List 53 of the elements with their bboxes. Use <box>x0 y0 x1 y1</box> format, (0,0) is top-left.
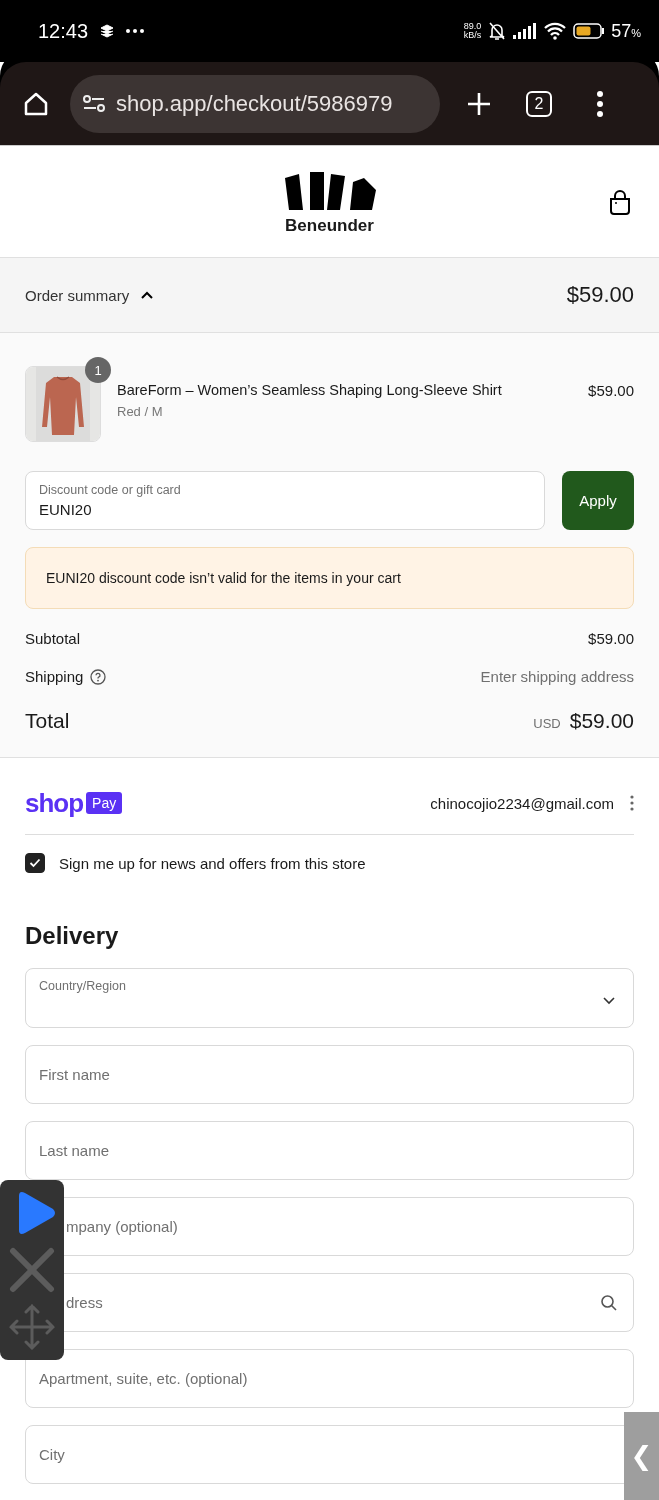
battery-icon <box>573 23 606 39</box>
order-summary-toggle[interactable]: Order summary <box>25 286 130 304</box>
new-tab-icon[interactable] <box>466 90 492 117</box>
menu-icon[interactable] <box>596 90 604 117</box>
summary-total: $59.00 <box>566 282 634 308</box>
shop-logo: shop <box>25 790 84 816</box>
subtotal-value: $59.00 <box>588 630 634 647</box>
newsletter-label: Sign me up for news and offers from this store <box>59 854 366 872</box>
error-message: EUNI20 discount code isn’t valid for the items in your cart <box>25 547 634 609</box>
layers-icon <box>100 24 115 38</box>
bell-muted-icon <box>487 21 508 41</box>
currency-code: USD <box>533 716 561 731</box>
pay-badge: Pay <box>86 792 123 814</box>
total-label: Total <box>25 709 70 733</box>
wifi-icon <box>543 22 568 40</box>
shipping-label: Shipping <box>25 668 84 685</box>
order-summary-bar[interactable]: Order summary $59.00 <box>0 258 659 333</box>
input-field[interactable]: Last name <box>25 1121 634 1180</box>
product-variant: Red / M <box>117 404 164 419</box>
shopping-bag-icon[interactable] <box>608 190 632 216</box>
product-name: BareForm – Women’s Seamless Shaping Long-Sleeve Shirt <box>117 382 503 398</box>
signal-icon <box>513 23 538 39</box>
input-field[interactable]: First name <box>25 1045 634 1104</box>
section-heading: Delivery <box>25 922 120 950</box>
total-value: $59.00 <box>569 709 634 733</box>
site-settings-icon[interactable] <box>82 93 106 114</box>
network-unit: kB/s <box>463 31 482 40</box>
status-time: 12:43 <box>38 19 89 43</box>
discount-field[interactable]: Discount code or gift card EUNI20 <box>25 471 545 530</box>
account-email: chinocojio2234@gmail.com <box>430 794 614 812</box>
search-icon <box>600 1293 618 1312</box>
quantity-badge: 1 <box>85 357 111 383</box>
more-icon <box>126 29 145 33</box>
newsletter-checkbox[interactable] <box>25 853 45 873</box>
more-icon[interactable] <box>630 795 634 811</box>
tab-count-button[interactable]: 2 <box>526 90 552 117</box>
brand-logo-icon <box>282 171 377 210</box>
country-select[interactable]: Country/Region <box>25 968 634 1028</box>
apply-button[interactable]: Apply <box>562 471 634 530</box>
store-name: Beneunder <box>285 215 374 236</box>
shipping-value: Enter shipping address <box>480 668 634 685</box>
product-price: $59.00 <box>588 381 634 399</box>
subtotal-label: Subtotal <box>25 630 81 647</box>
side-drawer-menu[interactable]: ❮ <box>624 1412 659 1500</box>
input-field[interactable]: Apartment, suite, etc. (optional) <box>25 1349 634 1408</box>
chevron-down-icon <box>603 997 615 1005</box>
checkmark-icon <box>29 858 41 868</box>
network-speed: 89.0 <box>463 22 482 31</box>
help-icon[interactable] <box>90 668 107 685</box>
address-bar[interactable]: shop.app/checkout/5986979 <box>70 74 440 133</box>
battery-percent: 57 <box>611 20 632 41</box>
percent-sign: % <box>631 26 641 39</box>
url-text: shop.app/checkout/5986979 <box>116 90 393 117</box>
